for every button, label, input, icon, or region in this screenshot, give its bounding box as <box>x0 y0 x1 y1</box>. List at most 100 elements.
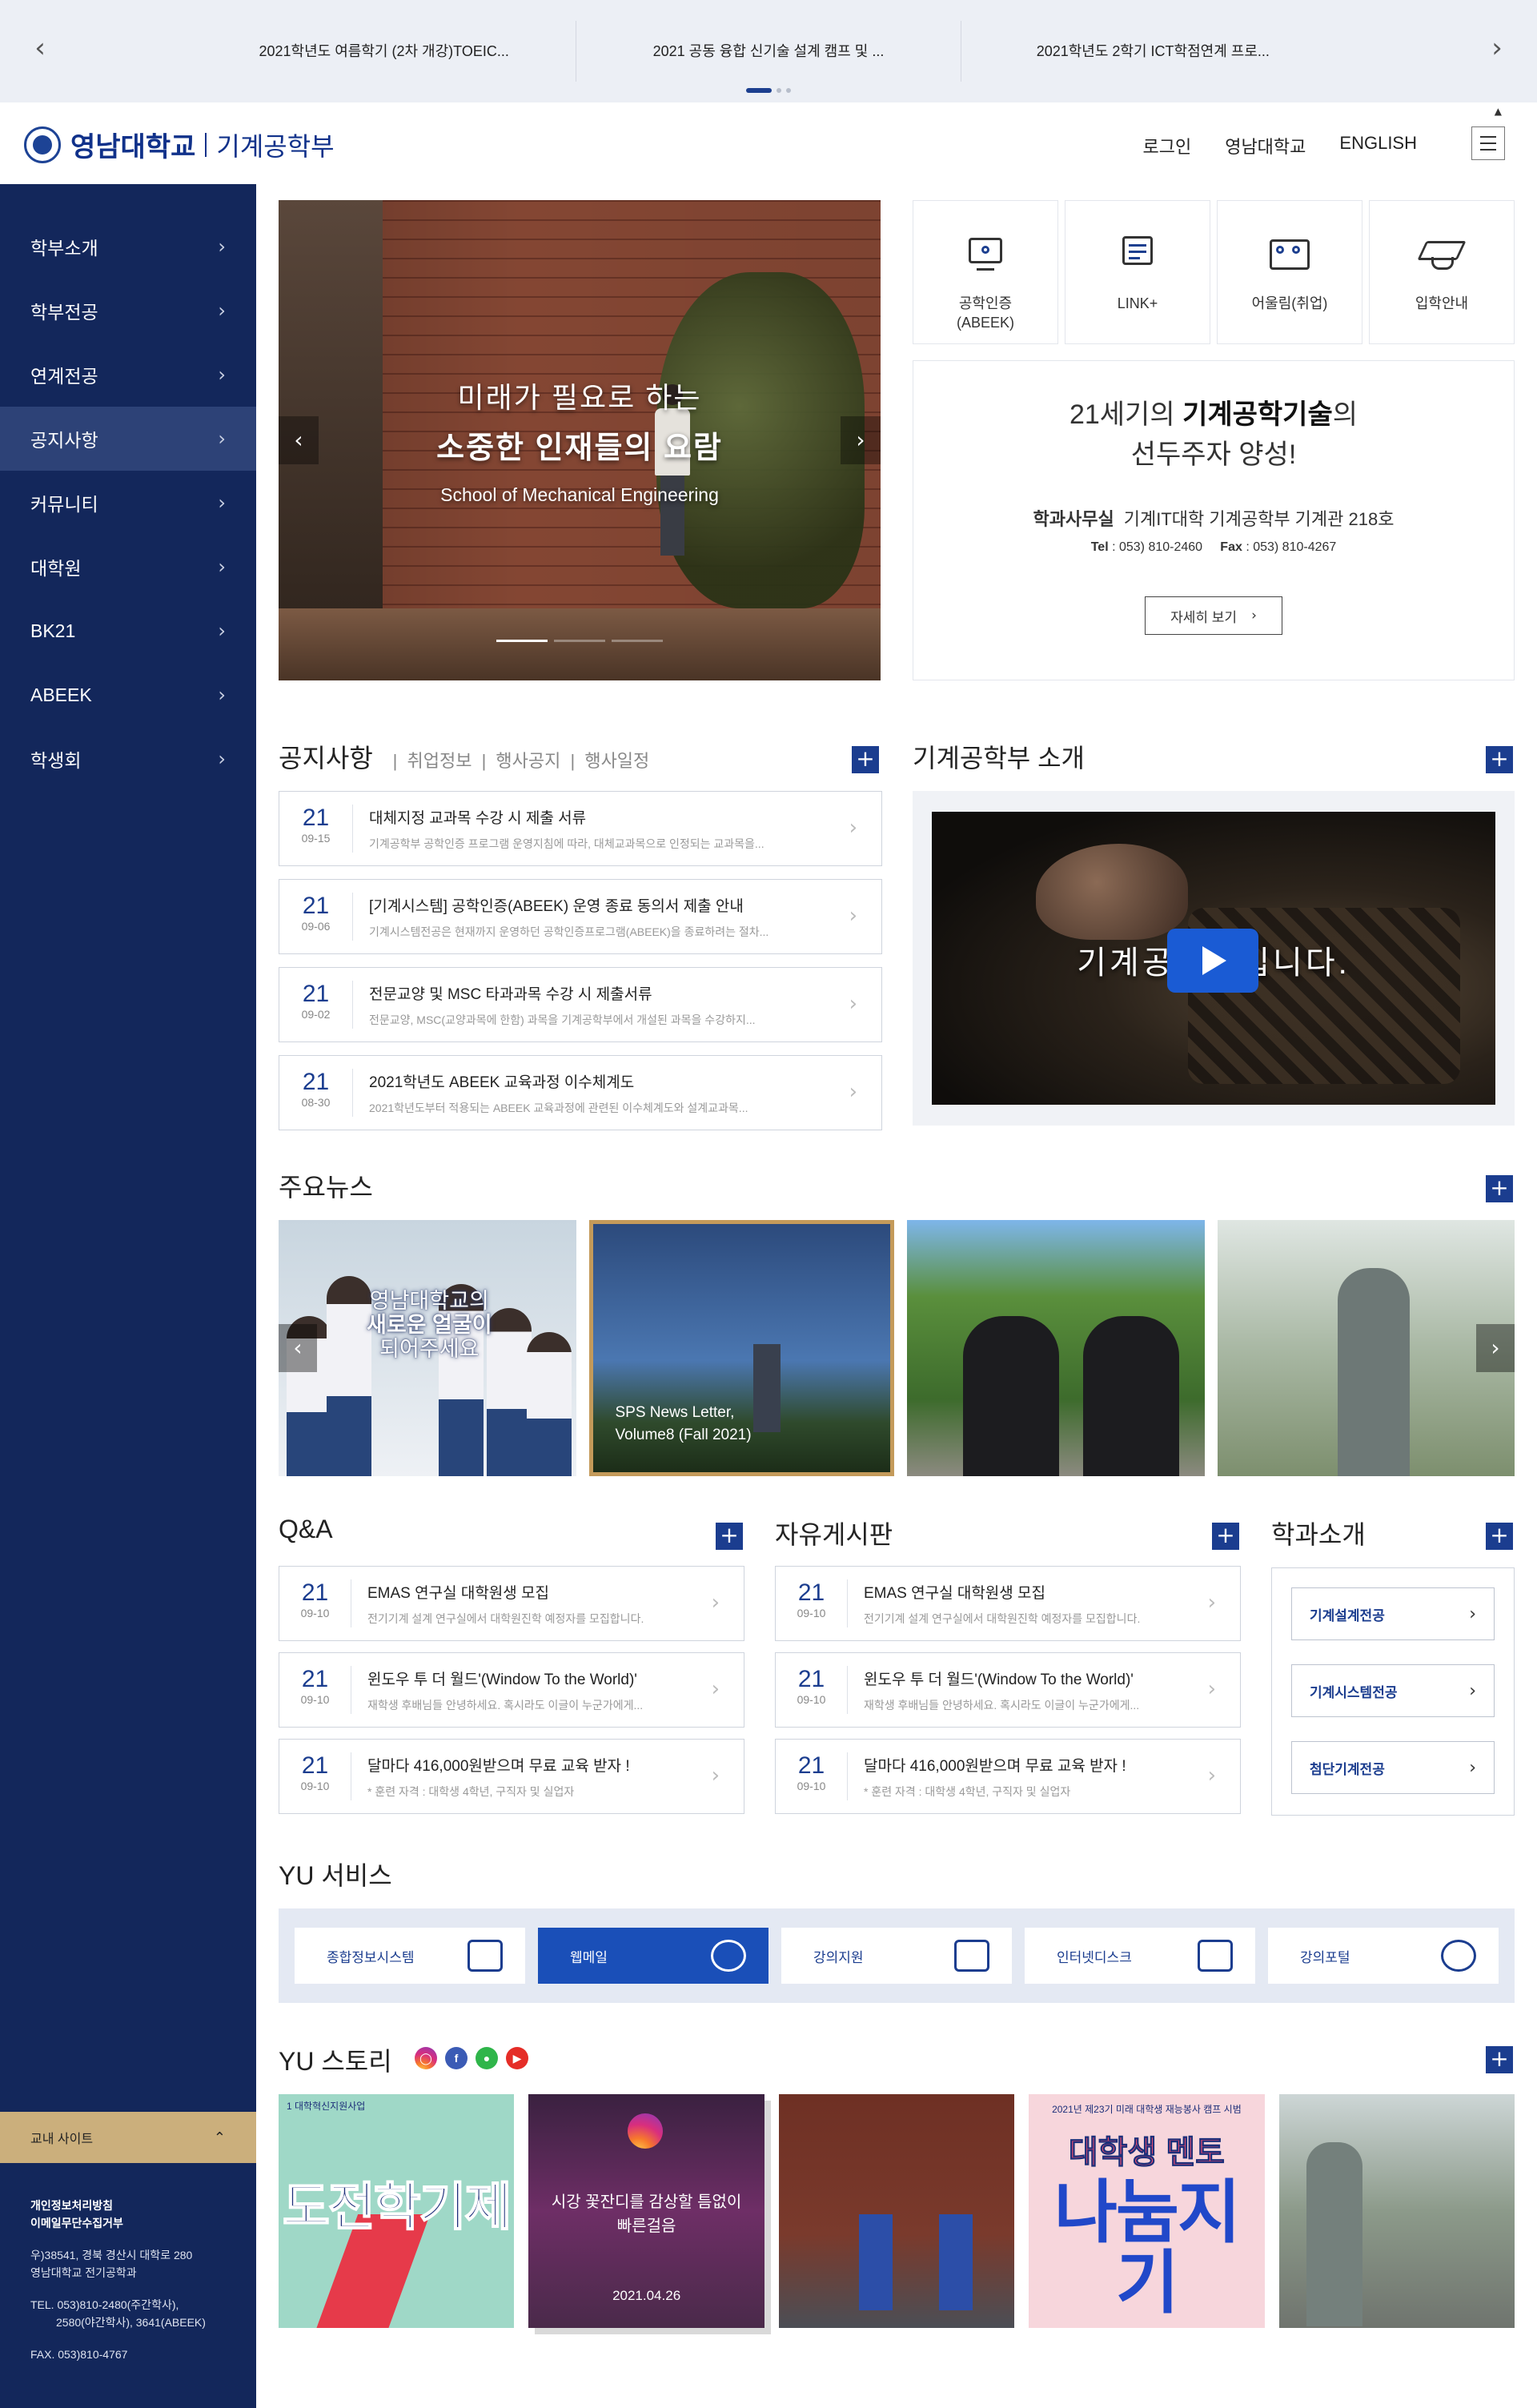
ticker-next-icon[interactable]: › <box>1481 32 1513 64</box>
ticker-dot[interactable] <box>777 88 781 93</box>
item-title: 달마다 416,000원받으며 무료 교육 받자 ! <box>367 1757 630 1775</box>
kakao-icon[interactable]: ● <box>476 2047 498 2069</box>
youtube-icon[interactable]: ▶ <box>506 2047 528 2069</box>
hero-next-icon[interactable]: › <box>841 416 881 464</box>
caret-up-icon[interactable]: ▲ <box>1495 106 1502 117</box>
sidebar-item-notices[interactable]: 공지사항 › <box>0 407 256 471</box>
service-lecture-portal-button[interactable]: 강의포털 <box>1268 1928 1499 1984</box>
service-lecture-support-button[interactable]: 강의지원 <box>781 1928 1012 1984</box>
intro-headline-text: 21세기의 <box>1069 399 1183 430</box>
news-prev-icon[interactable]: ‹ <box>279 1324 317 1372</box>
story-card[interactable]: 1 대학혁신지원사업 도전학기제 <box>279 2094 515 2328</box>
news-card[interactable]: SPS News Letter, Volume8 (Fall 2021) <box>588 1220 894 1476</box>
sidebar-item-bk21[interactable]: BK21 › <box>0 599 256 663</box>
hero-prev-icon[interactable]: ‹ <box>279 416 319 464</box>
hero-pager <box>496 640 663 642</box>
top-nav: 로그인 영남대학교 ENGLISH <box>1142 133 1417 159</box>
ticker-item[interactable]: 2021학년도 여름학기 (2차 개강)TOEIC... <box>192 21 577 82</box>
qa-more-plus-icon[interactable]: + <box>716 1523 743 1550</box>
sidebar-item-student-council[interactable]: 학생회 › <box>0 727 256 791</box>
list-item[interactable]: 21 09-10 EMAS 연구실 대학원생 모집 전기기계 설계 연구실에서 대학… <box>775 1566 1241 1641</box>
login-link[interactable]: 로그인 <box>1142 133 1191 159</box>
hero-pager-bar[interactable] <box>612 640 663 642</box>
item-title: 2021학년도 ABEEK 교육과정 이수체계도 <box>369 1074 635 1091</box>
ticker-dot[interactable] <box>746 88 772 93</box>
list-item[interactable]: 21 09-10 윈도우 투 더 월드'(Window To the World)… <box>279 1652 744 1728</box>
privacy-policy-link[interactable]: 개인정보처리방침 <box>30 2199 113 2212</box>
sidebar-item-linked-majors[interactable]: 연계전공 › <box>0 343 256 407</box>
quick-link-employment[interactable]: 어울림(취업) <box>1217 200 1362 344</box>
item-day: 21 <box>302 1069 330 1095</box>
hero-slider: 미래가 필요로 하는 소중한 인재들의 요람 School of Mechani… <box>279 200 881 680</box>
service-portal-button[interactable]: 종합정보시스템 <box>295 1928 525 1984</box>
campus-sites-toggle[interactable]: 교내 사이트 ⌃ <box>0 2112 256 2163</box>
item-summary: 재학생 후배님들 안녕하세요. 혹시라도 이글이 누군가에게... <box>367 1698 644 1712</box>
list-item[interactable]: 21 09-15 대체지정 교과목 수강 시 제출 서류 기계공학부 공학인증 프로… <box>279 791 882 866</box>
tab-job-info[interactable]: 취업정보 <box>407 751 472 771</box>
play-icon[interactable] <box>1167 929 1258 993</box>
item-date: 21 09-10 <box>279 1579 351 1627</box>
intro-video-player[interactable]: 기계공학부입니다. <box>932 812 1495 1105</box>
notice-title: 공지사항 <box>279 744 373 773</box>
sidebar-item-abeek[interactable]: ABEEK › <box>0 663 256 727</box>
instagram-icon <box>628 2113 664 2149</box>
news-card[interactable]: 영남대학교의 새로운 얼굴이 되어주세요 ‹ <box>279 1220 576 1476</box>
ticker-dot[interactable] <box>786 88 791 93</box>
facebook-icon[interactable]: f <box>445 2047 468 2069</box>
site-logo[interactable]: 영남대학교 기계공학부 <box>24 125 335 164</box>
news-building <box>752 1344 781 1432</box>
quick-link-abeek[interactable]: 공학인증 (ABEEK) <box>913 200 1058 344</box>
english-link[interactable]: ENGLISH <box>1339 133 1417 159</box>
dept-intro-more-plus-icon[interactable]: + <box>1486 1523 1513 1550</box>
story-card[interactable]: 2021년 제23기 미래 대학생 재능봉사 캠프 시범 대학생 멘토 나눔지기 <box>1029 2094 1265 2328</box>
news-more-plus-icon[interactable]: + <box>1486 1175 1513 1202</box>
sidebar-item-about[interactable]: 학부소개 › <box>0 215 256 279</box>
dept-link-design[interactable]: 기계설계전공 › <box>1291 1587 1495 1640</box>
university-link[interactable]: 영남대학교 <box>1225 133 1306 159</box>
yu-story-more-plus-icon[interactable]: + <box>1486 2046 1513 2073</box>
qa-section-title: Q&A <box>279 1515 333 1543</box>
news-next-icon[interactable]: › <box>1476 1324 1515 1372</box>
hero-pager-bar[interactable] <box>496 640 548 642</box>
contact-info: Tel : 053) 810-2460 Fax : 053) 810-4267 <box>913 540 1514 555</box>
email-refusal-link[interactable]: 이메일무단수집거부 <box>30 2217 123 2229</box>
quick-link-linkplus[interactable]: LINK+ <box>1065 200 1210 344</box>
item-date: 21 09-10 <box>279 1666 351 1714</box>
ticker-item[interactable]: 2021학년도 2학기 ICT학점연계 프로... <box>961 21 1345 82</box>
list-item[interactable]: 21 09-10 윈도우 투 더 월드'(Window To the World)… <box>775 1652 1241 1728</box>
dept-link-advanced[interactable]: 첨단기계전공 › <box>1291 1741 1495 1794</box>
video-more-plus-icon[interactable]: + <box>1486 746 1513 773</box>
dept-link-systems[interactable]: 기계시스템전공 › <box>1291 1664 1495 1717</box>
list-item[interactable]: 21 09-10 EMAS 연구실 대학원생 모집 전기기계 설계 연구실에서 대학… <box>279 1566 744 1641</box>
more-details-button[interactable]: 자세히 보기 › <box>1145 596 1282 635</box>
sidebar-item-community[interactable]: 커뮤니티 › <box>0 471 256 535</box>
news-card[interactable]: › <box>1217 1220 1515 1476</box>
list-item[interactable]: 21 09-02 전문교양 및 MSC 타과과목 수강 시 제출서류 전문교양, M… <box>279 967 882 1042</box>
ticker-pager <box>746 88 791 93</box>
free-board-more-plus-icon[interactable]: + <box>1212 1523 1239 1550</box>
service-internet-disk-button[interactable]: 인터넷디스크 <box>1025 1928 1255 1984</box>
story-card[interactable]: 시강 꽃잔디를 감상할 틈없이 빠른걸음 2021.04.26 <box>528 2094 764 2328</box>
news-card[interactable] <box>907 1220 1205 1476</box>
quick-link-admission[interactable]: 입학안내 <box>1369 200 1515 344</box>
sidebar-item-majors[interactable]: 학부전공 › <box>0 279 256 343</box>
ticker-item[interactable]: 2021 공동 융합 신기술 설계 캠프 및 ... <box>576 21 961 82</box>
item-title: [기계시스템] 공학인증(ABEEK) 운영 종료 동의서 제출 안내 <box>369 897 744 915</box>
list-item[interactable]: 21 09-06 [기계시스템] 공학인증(ABEEK) 운영 종료 동의서 제출… <box>279 879 882 954</box>
service-webmail-button[interactable]: 웹메일 <box>538 1928 768 1984</box>
list-item[interactable]: 21 09-10 달마다 416,000원받으며 무료 교육 받자 ! * 훈련 자… <box>775 1739 1241 1814</box>
hamburger-menu-icon[interactable] <box>1471 126 1505 160</box>
story-card[interactable] <box>1278 2094 1515 2328</box>
hero-pager-bar[interactable] <box>554 640 605 642</box>
sidebar-item-label: 학부전공 <box>30 302 98 323</box>
list-item[interactable]: 21 08-30 2021학년도 ABEEK 교육과정 이수체계도 2021학년도부… <box>279 1055 882 1130</box>
story-card[interactable] <box>778 2094 1015 2328</box>
notice-more-plus-icon[interactable]: + <box>852 746 879 773</box>
list-item[interactable]: 21 09-10 달마다 416,000원받으며 무료 교육 받자 ! * 훈련 자… <box>279 1739 744 1814</box>
tab-event-notice[interactable]: 행사공지 <box>496 751 560 771</box>
item-summary: 기계공학부 공학인증 프로그램 운영지침에 따라, 대체교과목으로 인정되는 교… <box>369 837 764 850</box>
instagram-icon[interactable]: ◯ <box>415 2047 437 2069</box>
tab-event-schedule[interactable]: 행사일정 <box>584 751 649 771</box>
sidebar-item-graduate[interactable]: 대학원 › <box>0 535 256 599</box>
ticker-prev-icon[interactable]: ‹ <box>24 32 56 64</box>
